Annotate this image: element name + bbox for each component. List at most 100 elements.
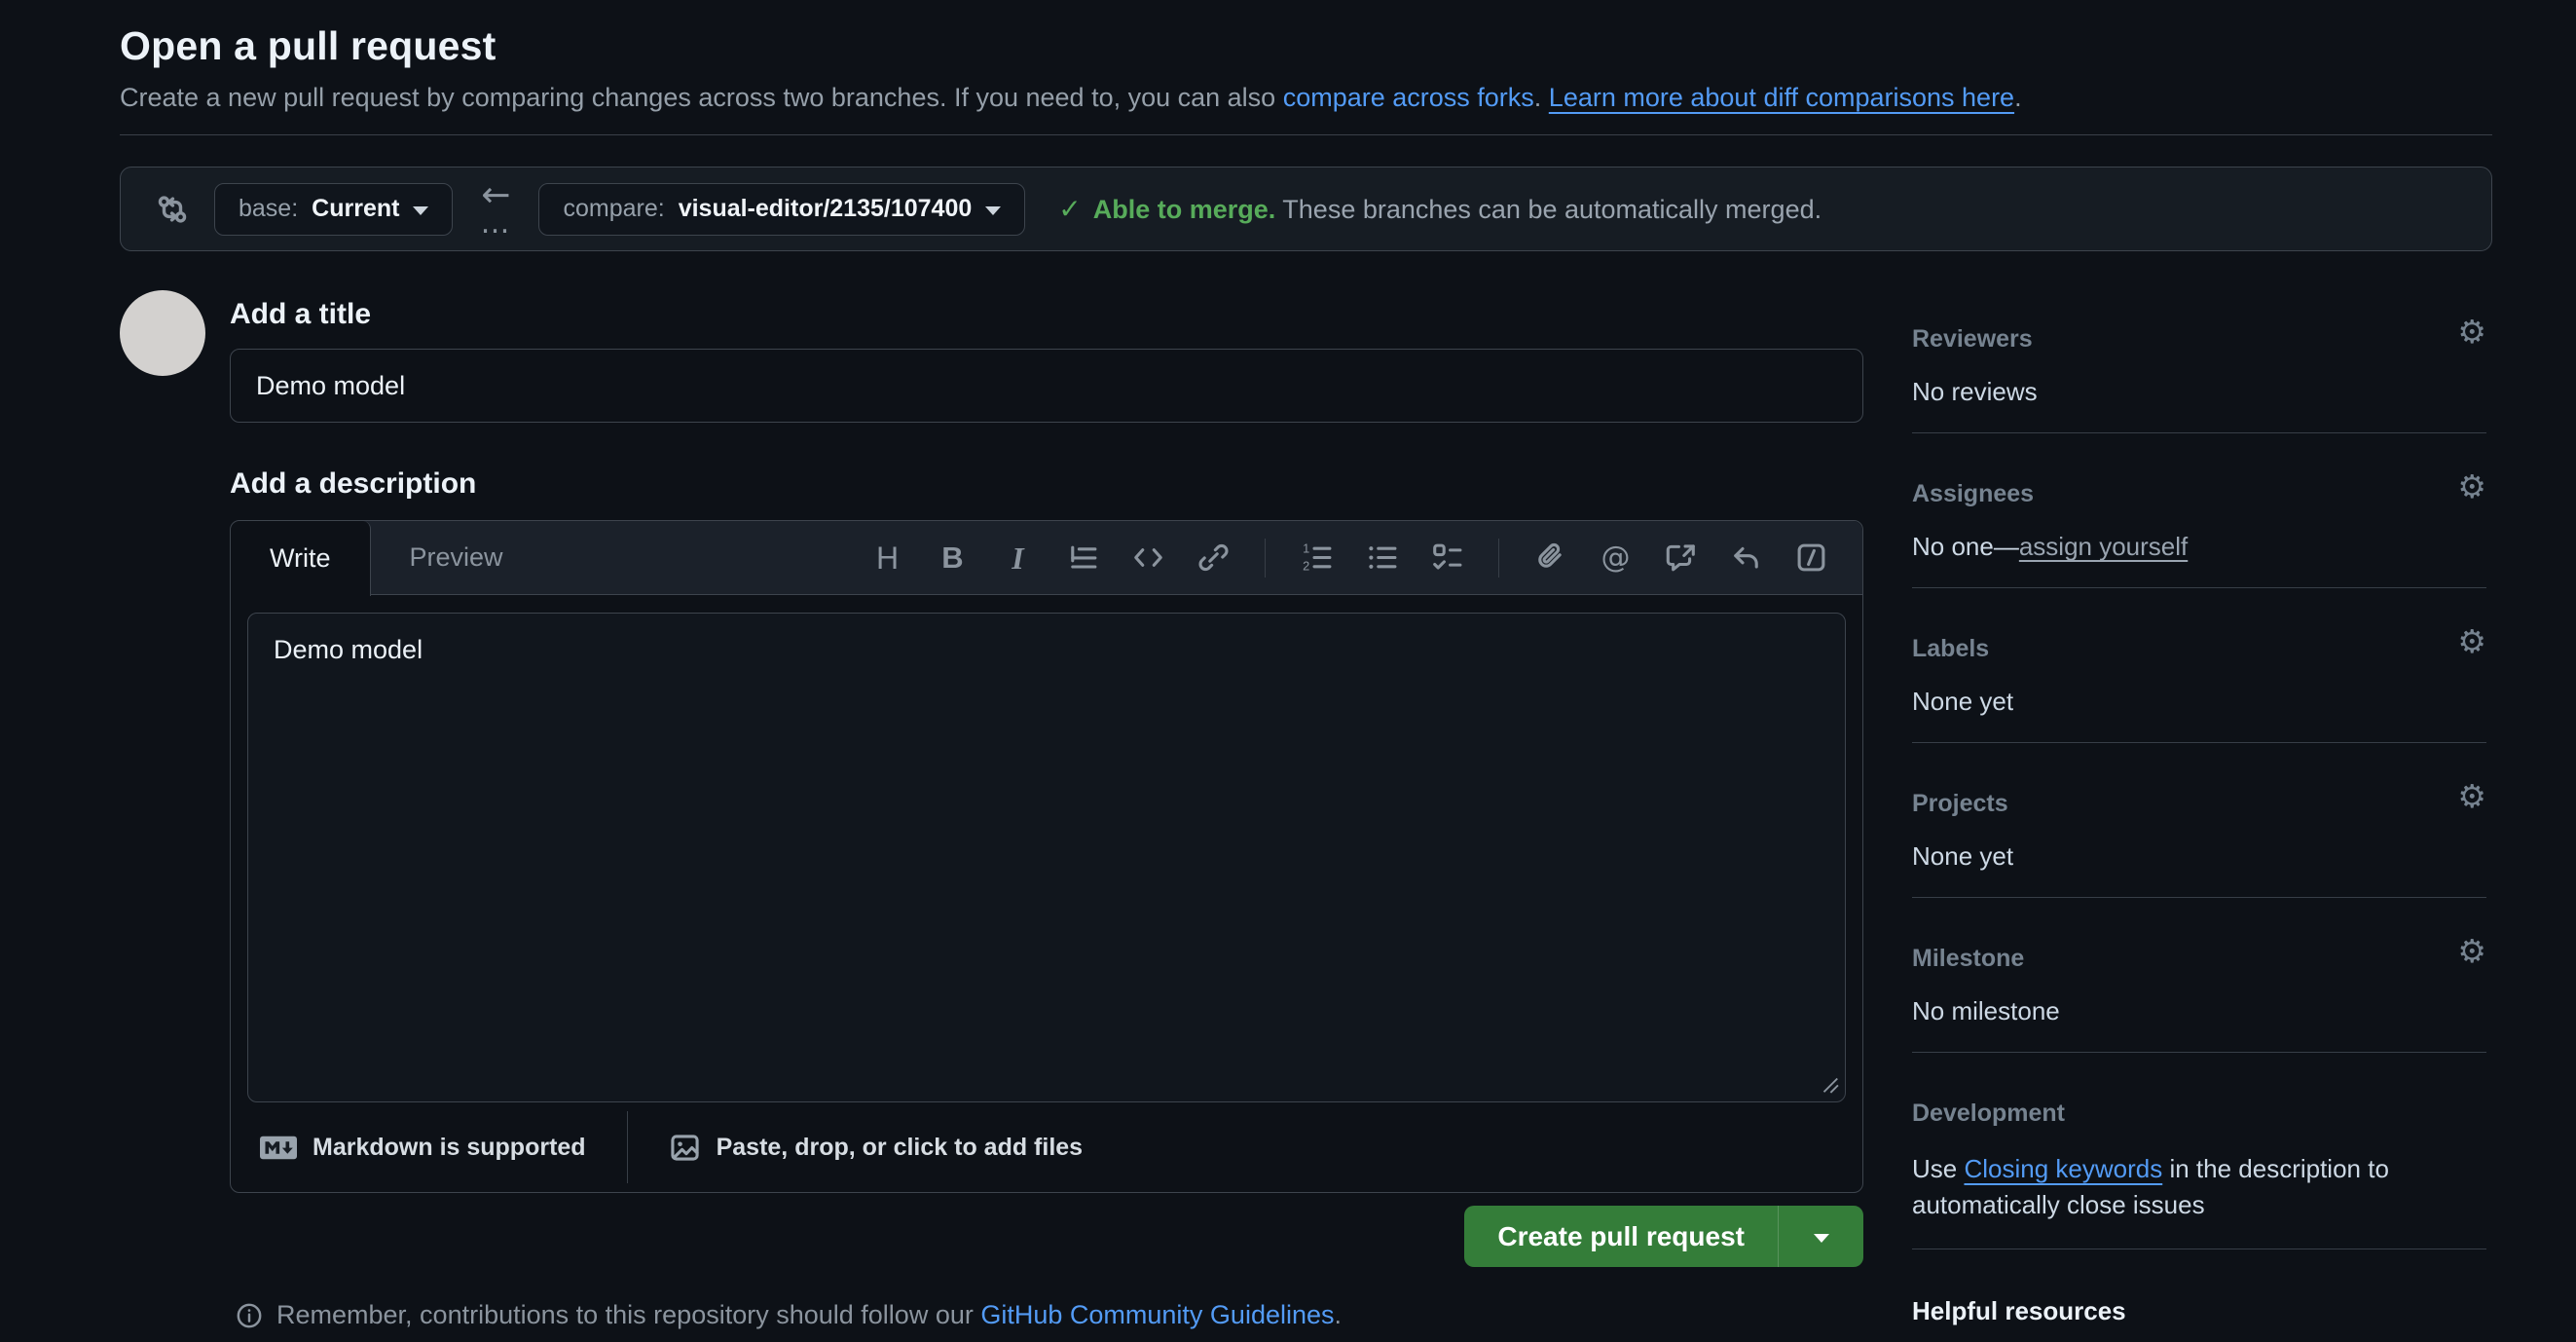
pr-form: Add a title Add a description Write Prev… (230, 290, 1863, 1330)
resize-handle-icon[interactable] (1819, 1073, 1840, 1095)
projects-title: Projects (1912, 790, 2486, 818)
pr-description-textarea[interactable]: Demo model (247, 613, 1846, 1102)
sidebar-section-assignees: Assignees ⚙ No one—assign yourself (1912, 433, 2486, 588)
markdown-editor: Write Preview H B I (230, 520, 1863, 1193)
gear-icon[interactable]: ⚙ (2457, 470, 2486, 503)
avatar-column (120, 290, 230, 376)
bold-icon[interactable]: B (935, 539, 971, 578)
branch-compare-bar: base: Current ← … compare: visual-editor… (120, 167, 2492, 251)
paperclip-icon[interactable] (1532, 539, 1568, 578)
heading-icon[interactable]: H (869, 539, 905, 578)
editor-footer: Markdown is supported Paste, drop, or cl… (231, 1102, 1862, 1192)
editor-tab-bar: Write Preview H B I (231, 521, 1862, 595)
toolbar-divider (1498, 539, 1499, 578)
svg-text:2: 2 (1303, 559, 1309, 574)
triangle-down-icon (1814, 1234, 1829, 1243)
assignees-title: Assignees (1912, 480, 2486, 508)
attach-files-label: Paste, drop, or click to add files (717, 1134, 1084, 1162)
sidebar-section-helpful-resources: Helpful resources GitHub Community Guide… (1912, 1249, 2486, 1342)
gear-icon[interactable]: ⚙ (2457, 935, 2486, 967)
description-field-label: Add a description (230, 467, 1863, 501)
note-text: Remember, contributions to this reposito… (276, 1300, 980, 1329)
assign-yourself-link[interactable]: assign yourself (2019, 532, 2188, 561)
diff-comparisons-link[interactable]: Learn more about diff comparisons here (1549, 83, 2014, 112)
mention-icon[interactable]: @ (1598, 539, 1634, 578)
tab-preview[interactable]: Preview (371, 521, 542, 594)
svg-text:1: 1 (1303, 541, 1309, 556)
base-branch-prefix: base: (239, 195, 298, 223)
labels-value: None yet (1912, 687, 2486, 717)
info-icon (236, 1302, 263, 1329)
chevron-down-icon (985, 206, 1001, 215)
development-title: Development (1912, 1100, 2486, 1128)
closing-keywords-link[interactable]: Closing keywords (1964, 1154, 2162, 1183)
reviewers-title: Reviewers (1912, 325, 2486, 354)
cross-reference-icon[interactable] (1663, 539, 1699, 578)
sidebar-section-development: Development Use Closing keywords in the … (1912, 1053, 2486, 1249)
branch-direction-indicator: ← … (480, 182, 511, 236)
markdown-icon (260, 1136, 297, 1160)
gear-icon[interactable]: ⚙ (2457, 780, 2486, 812)
page-header: Open a pull request Create a new pull re… (120, 0, 2492, 135)
sidebar-section-reviewers: Reviewers ⚙ No reviews (1912, 290, 2486, 433)
pr-title-input[interactable] (230, 349, 1863, 423)
pull-request-page: Open a pull request Create a new pull re… (0, 0, 2576, 1342)
community-guidelines-note: Remember, contributions to this reposito… (230, 1300, 1863, 1330)
quote-icon[interactable] (1065, 539, 1101, 578)
markdown-supported-label: Markdown is supported (313, 1134, 586, 1162)
attach-files-button[interactable]: Paste, drop, or click to add files (669, 1132, 1084, 1164)
title-field-label: Add a title (230, 298, 1863, 331)
page-subtitle: Create a new pull request by comparing c… (120, 83, 2492, 113)
reviewers-value: No reviews (1912, 377, 2486, 407)
image-icon (669, 1132, 701, 1164)
markdown-toolbar: H B I (869, 521, 1862, 594)
milestone-value: No milestone (1912, 996, 2486, 1026)
base-branch-selector[interactable]: base: Current (214, 183, 453, 236)
base-branch-name: Current (312, 195, 399, 223)
git-compare-icon (156, 193, 189, 226)
check-icon: ✓ (1058, 193, 1081, 225)
footer-divider (627, 1111, 628, 1183)
merge-status: ✓ Able to merge. These branches can be a… (1058, 193, 1822, 225)
merge-status-label: Able to merge. (1093, 195, 1276, 224)
toolbar-divider (1265, 539, 1266, 578)
slash-command-icon[interactable] (1793, 539, 1829, 578)
development-text: Use (1912, 1154, 1964, 1183)
gear-icon[interactable]: ⚙ (2457, 625, 2486, 657)
code-icon[interactable] (1130, 539, 1166, 578)
compare-across-forks-link[interactable]: compare across forks (1283, 83, 1534, 112)
page-title: Open a pull request (120, 23, 2492, 69)
action-row: Create pull request (230, 1206, 1863, 1267)
subtitle-period: . (2014, 83, 2022, 112)
link-icon[interactable] (1196, 539, 1232, 578)
compare-branch-selector[interactable]: compare: visual-editor/2135/107400 (538, 183, 1025, 236)
merge-status-detail: These branches can be automatically merg… (1282, 195, 1822, 224)
main-row: Add a title Add a description Write Prev… (120, 290, 2492, 1342)
chevron-down-icon (413, 206, 428, 215)
compare-branch-prefix: compare: (563, 195, 664, 223)
ellipsis-icon: … (480, 212, 511, 236)
unordered-list-icon[interactable] (1364, 539, 1400, 578)
avatar (120, 290, 205, 376)
gear-icon[interactable]: ⚙ (2457, 316, 2486, 348)
ordered-list-icon[interactable]: 12 (1299, 539, 1335, 578)
create-pr-options-button[interactable] (1779, 1206, 1863, 1267)
helpful-resources-title: Helpful resources (1912, 1296, 2486, 1326)
tasklist-icon[interactable] (1429, 539, 1465, 578)
assignees-value: No one— (1912, 532, 2019, 561)
sidebar-section-labels: Labels ⚙ None yet (1912, 588, 2486, 743)
tab-write[interactable]: Write (231, 521, 371, 596)
italic-icon[interactable]: I (1000, 539, 1036, 578)
note-guidelines-link[interactable]: GitHub Community Guidelines (980, 1300, 1334, 1329)
milestone-title: Milestone (1912, 945, 2486, 973)
create-pr-button[interactable]: Create pull request (1464, 1206, 1778, 1267)
page-content: Open a pull request Create a new pull re… (120, 0, 2492, 1342)
note-period: . (1335, 1300, 1343, 1329)
subtitle-separator: . (1534, 83, 1549, 112)
markdown-supported-link[interactable]: Markdown is supported (260, 1134, 586, 1162)
editor-body: Demo model (231, 595, 1862, 1102)
sidebar-section-milestone: Milestone ⚙ No milestone (1912, 898, 2486, 1053)
create-pr-split-button: Create pull request (1464, 1206, 1863, 1267)
projects-value: None yet (1912, 841, 2486, 872)
reply-icon[interactable] (1728, 539, 1764, 578)
